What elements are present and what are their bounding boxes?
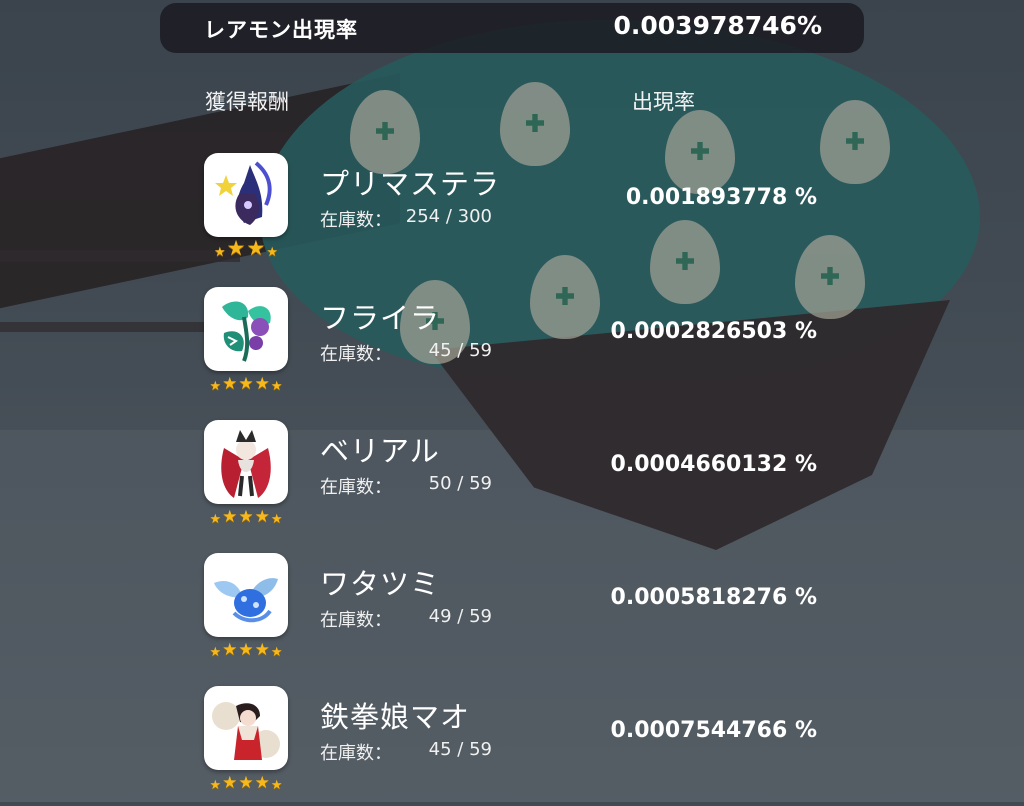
star-icon: ★ bbox=[214, 245, 226, 260]
monster-portrait-primastella[interactable] bbox=[204, 153, 288, 237]
reward-row[interactable]: ★ ★ ★ ★ ★ フライラ 在庫数： 45 / 59 0.0002826503… bbox=[0, 287, 1024, 407]
monster-name: フライラ bbox=[320, 301, 441, 335]
star-icon: ★ bbox=[254, 507, 270, 527]
rarity-stars: ★ ★ ★ ★ ★ bbox=[207, 770, 285, 793]
stock-label: 在庫数： bbox=[320, 477, 392, 498]
rare-rate-title: レアモン出現率 bbox=[204, 18, 358, 42]
rarity-stars: ★ ★ ★ ★ bbox=[207, 236, 285, 260]
star-icon: ★ bbox=[209, 645, 222, 660]
star-icon: ★ bbox=[209, 512, 222, 527]
star-icon: ★ bbox=[222, 773, 238, 793]
star-icon: ★ bbox=[270, 778, 283, 793]
stock-label: 在庫数： bbox=[320, 344, 392, 365]
rarity-stars: ★ ★ ★ ★ ★ bbox=[207, 504, 285, 527]
rarity-stars: ★ ★ ★ ★ ★ bbox=[207, 371, 285, 394]
monster-portrait-watatsumi[interactable] bbox=[204, 553, 288, 637]
star-icon: ★ bbox=[238, 640, 254, 660]
appearance-rate: 0.001893778 % bbox=[625, 185, 817, 210]
reward-column-heading: 獲得報酬 bbox=[205, 90, 289, 114]
star-icon: ★ bbox=[222, 640, 238, 660]
star-icon: ★ bbox=[209, 778, 222, 793]
rate-column-heading: 出現率 bbox=[632, 90, 695, 114]
stock-count: 50 / 59 bbox=[428, 473, 492, 494]
rare-rate-value: 0.003978746% bbox=[613, 11, 823, 40]
reward-row[interactable]: ★ ★ ★ ★ ★ 鉄拳娘マオ 在庫数： 45 / 59 0.000754476… bbox=[0, 686, 1024, 806]
reward-row[interactable]: ★ ★ ★ ★ ★ ベリアル 在庫数： 50 / 59 0.0004660132… bbox=[0, 420, 1024, 540]
monster-name: ベリアル bbox=[320, 434, 440, 468]
stock-label: 在庫数： bbox=[320, 610, 392, 631]
star-icon: ★ bbox=[246, 236, 266, 260]
star-icon: ★ bbox=[270, 645, 283, 660]
star-icon: ★ bbox=[254, 640, 270, 660]
monster-name: プリマステラ bbox=[320, 167, 501, 201]
reward-row[interactable]: ★ ★ ★ ★ プリマステラ 在庫数： 254 / 300 0.00189377… bbox=[0, 153, 1024, 273]
appearance-rate: 0.0005818276 % bbox=[610, 585, 817, 610]
monster-portrait-belial[interactable] bbox=[204, 420, 288, 504]
monster-name: ワタツミ bbox=[320, 567, 441, 601]
star-icon: ★ bbox=[270, 379, 283, 394]
monster-portrait-fraila[interactable] bbox=[204, 287, 288, 371]
star-icon: ★ bbox=[238, 773, 254, 793]
star-icon: ★ bbox=[270, 512, 283, 527]
star-icon: ★ bbox=[266, 245, 278, 260]
star-icon: ★ bbox=[254, 374, 270, 394]
stock-count: 45 / 59 bbox=[428, 340, 492, 361]
stock-count: 45 / 59 bbox=[428, 739, 492, 760]
stock-count: 49 / 59 bbox=[428, 606, 492, 627]
star-icon: ★ bbox=[209, 379, 222, 394]
star-icon: ★ bbox=[222, 374, 238, 394]
star-icon: ★ bbox=[238, 374, 254, 394]
star-icon: ★ bbox=[238, 507, 254, 527]
stock-count: 254 / 300 bbox=[405, 206, 492, 227]
appearance-rate: 0.0004660132 % bbox=[610, 452, 817, 477]
star-icon: ★ bbox=[226, 236, 246, 260]
monster-portrait-mao[interactable] bbox=[204, 686, 288, 770]
star-icon: ★ bbox=[254, 773, 270, 793]
monster-name: 鉄拳娘マオ bbox=[320, 700, 471, 734]
reward-row[interactable]: ★ ★ ★ ★ ★ ワタツミ 在庫数： 49 / 59 0.0005818276… bbox=[0, 553, 1024, 673]
rarity-stars: ★ ★ ★ ★ ★ bbox=[207, 637, 285, 660]
appearance-rate: 0.0007544766 % bbox=[610, 718, 817, 743]
stock-label: 在庫数： bbox=[320, 210, 392, 231]
appearance-rate: 0.0002826503 % bbox=[610, 319, 817, 344]
star-icon: ★ bbox=[222, 507, 238, 527]
stock-label: 在庫数： bbox=[320, 743, 392, 764]
